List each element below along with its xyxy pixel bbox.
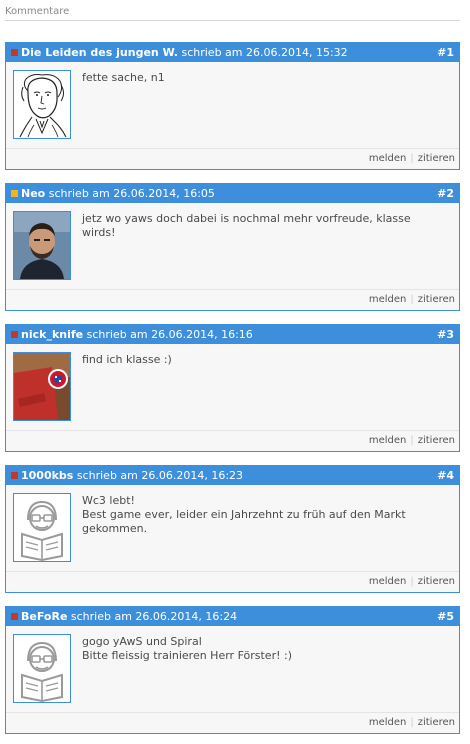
comment-meta: schrieb am 26.06.2014, 16:24 (67, 610, 238, 623)
divider: | (410, 435, 414, 446)
section-title: Kommentare (5, 6, 460, 21)
quote-link[interactable]: zitieren (418, 435, 455, 446)
comment-meta: schrieb am 26.06.2014, 16:05 (45, 187, 215, 200)
comment-footer: melden | zitieren (6, 289, 459, 310)
comment-text: Wc3 lebt! Best game ever, leider ein Jah… (82, 494, 442, 536)
comment: 1000kbs schrieb am 26.06.2014, 16:23 #4 (5, 465, 460, 593)
comment-footer: melden | zitieren (6, 430, 459, 451)
report-link[interactable]: melden (369, 294, 407, 305)
comment-actions: melden | zitieren (369, 576, 455, 587)
author-line: 1000kbs schrieb am 26.06.2014, 16:23 (21, 466, 243, 485)
comment-number-link[interactable]: #2 (437, 184, 454, 203)
comment-header: Die Leiden des jungen W. schrieb am 26.0… (6, 43, 459, 62)
report-link[interactable]: melden (369, 435, 407, 446)
comment-number-link[interactable]: #4 (437, 466, 454, 485)
comment-meta: schrieb am 26.06.2014, 16:23 (73, 469, 244, 482)
divider: | (410, 717, 414, 728)
comment-line: jetz wo yaws doch dabei is nochmal mehr … (82, 212, 411, 239)
comment-actions: melden | zitieren (369, 717, 455, 728)
comment-number-link[interactable]: #3 (437, 325, 454, 344)
author-link[interactable]: nick_knife (21, 328, 83, 341)
quote-link[interactable]: zitieren (418, 717, 455, 728)
author-link[interactable]: Die Leiden des jungen W. (21, 46, 178, 59)
author-link[interactable]: 1000kbs (21, 469, 73, 482)
comment-text: jetz wo yaws doch dabei is nochmal mehr … (82, 212, 442, 240)
comment-footer: melden | zitieren (6, 148, 459, 169)
comment-text: fette sache, n1 (82, 71, 442, 85)
comment-text: gogo yAwS und Spiral Bitte fleissig trai… (82, 635, 442, 663)
user-photo-icon (14, 212, 70, 279)
comment: Neo schrieb am 26.06.2014, 16:05 #2 jetz… (5, 183, 460, 311)
goethe-portrait-icon (14, 71, 70, 138)
comment-meta: schrieb am 26.06.2014, 15:32 (177, 46, 348, 59)
avatar[interactable] (13, 634, 71, 703)
user-photo-icon (14, 353, 70, 420)
quote-link[interactable]: zitieren (418, 153, 455, 164)
comment-footer: melden | zitieren (6, 712, 459, 733)
comment-line: gogo yAwS und Spiral (82, 635, 202, 648)
status-indicator (11, 49, 18, 56)
report-link[interactable]: melden (369, 153, 407, 164)
comment-line: Wc3 lebt! (82, 494, 135, 507)
author-line: Neo schrieb am 26.06.2014, 16:05 (21, 184, 215, 203)
comment: BeFoRe schrieb am 26.06.2014, 16:24 #5 g… (5, 606, 460, 734)
quote-link[interactable]: zitieren (418, 576, 455, 587)
comment: nick_knife schrieb am 26.06.2014, 16:16 … (5, 324, 460, 452)
comment-header: nick_knife schrieb am 26.06.2014, 16:16 … (6, 325, 459, 344)
comment-text: find ich klasse :) (82, 353, 442, 367)
status-indicator (11, 613, 18, 620)
comment-number-link[interactable]: #1 (437, 43, 454, 62)
status-indicator (11, 190, 18, 197)
comment-line: Bitte fleissig trainieren Herr Förster! … (82, 649, 292, 662)
comment-number-link[interactable]: #5 (437, 607, 454, 626)
divider: | (410, 153, 414, 164)
default-avatar-reader-icon (14, 635, 70, 702)
comment-meta: schrieb am 26.06.2014, 16:16 (83, 328, 253, 341)
comment-footer: melden | zitieren (6, 571, 459, 592)
status-indicator (11, 331, 18, 338)
avatar[interactable] (13, 70, 71, 139)
author-link[interactable]: BeFoRe (21, 610, 67, 623)
comment-actions: melden | zitieren (369, 294, 455, 305)
divider: | (410, 576, 414, 587)
author-line: BeFoRe schrieb am 26.06.2014, 16:24 (21, 607, 237, 626)
comment-actions: melden | zitieren (369, 153, 455, 164)
default-avatar-reader-icon (14, 494, 70, 561)
avatar[interactable] (13, 352, 71, 421)
avatar[interactable] (13, 493, 71, 562)
report-link[interactable]: melden (369, 576, 407, 587)
comment: Die Leiden des jungen W. schrieb am 26.0… (5, 42, 460, 170)
author-line: nick_knife schrieb am 26.06.2014, 16:16 (21, 325, 253, 344)
avatar[interactable] (13, 211, 71, 280)
author-link[interactable]: Neo (21, 187, 45, 200)
comment-actions: melden | zitieren (369, 435, 455, 446)
comment-line: fette sache, n1 (82, 71, 165, 84)
author-line: Die Leiden des jungen W. schrieb am 26.0… (21, 43, 348, 62)
report-link[interactable]: melden (369, 717, 407, 728)
comment-line: find ich klasse :) (82, 353, 172, 366)
status-indicator (11, 472, 18, 479)
comment-header: 1000kbs schrieb am 26.06.2014, 16:23 #4 (6, 466, 459, 485)
comment-line: Best game ever, leider ein Jahrzehnt zu … (82, 508, 406, 535)
quote-link[interactable]: zitieren (418, 294, 455, 305)
comment-header: Neo schrieb am 26.06.2014, 16:05 #2 (6, 184, 459, 203)
comment-header: BeFoRe schrieb am 26.06.2014, 16:24 #5 (6, 607, 459, 626)
divider: | (410, 294, 414, 305)
